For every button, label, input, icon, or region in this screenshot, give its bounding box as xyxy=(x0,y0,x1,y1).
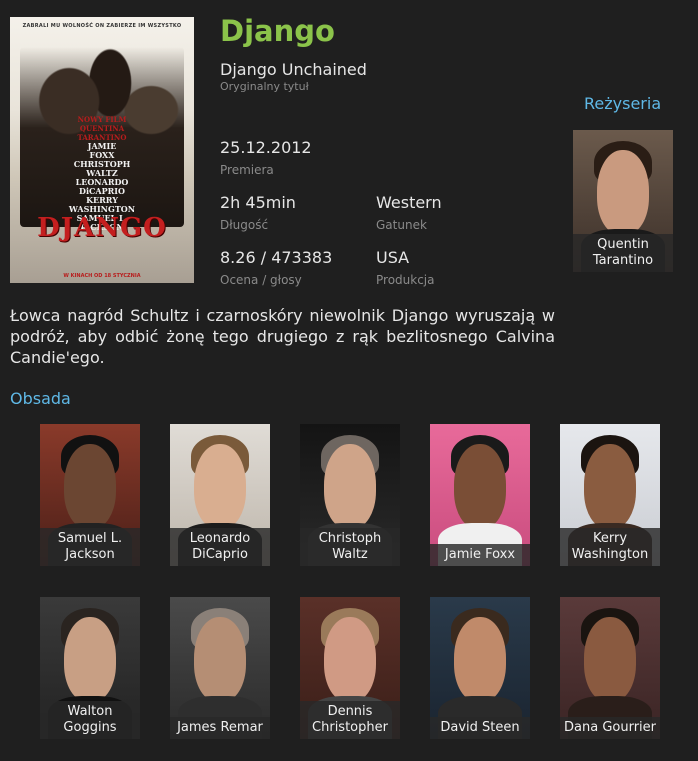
actor-name: Jamie Foxx xyxy=(430,544,530,566)
cast-card[interactable]: Dennis Christopher xyxy=(300,597,400,739)
rating-value: 8.26 / 473383 xyxy=(220,248,333,267)
movie-description: Łowca nagród Schultz i czarnoskóry niewo… xyxy=(10,306,555,367)
poster-tagline: ZABRALI MU WOLNOŚĆ ON ZABIERZE IM WSZYST… xyxy=(22,23,182,29)
cast-card[interactable]: Kerry Washington xyxy=(560,424,660,566)
cast-card[interactable]: Jamie Foxx xyxy=(430,424,530,566)
duration-label: Długość xyxy=(220,218,269,232)
director-card[interactable]: Quentin Tarantino xyxy=(573,130,673,272)
movie-title: Django xyxy=(220,14,335,48)
movie-poster[interactable]: ZABRALI MU WOLNOŚĆ ON ZABIERZE IM WSZYST… xyxy=(10,17,194,283)
premiere-value: 25.12.2012 xyxy=(220,138,312,157)
actor-name: Kerry Washington xyxy=(560,528,660,566)
poster-logo: DJANGO xyxy=(37,213,167,243)
cast-card[interactable]: David Steen xyxy=(430,597,530,739)
premiere-label: Premiera xyxy=(220,163,274,177)
actor-name: Christoph Waltz xyxy=(300,528,400,566)
director-name: Quentin Tarantino xyxy=(573,234,673,272)
actor-name: Walton Goggins xyxy=(40,701,140,739)
original-title: Django Unchained xyxy=(220,60,367,79)
poster-credit: QUENTINA xyxy=(79,124,125,133)
cast-card[interactable]: Samuel L. Jackson xyxy=(40,424,140,566)
poster-release: W KINACH OD 18 STYCZNIA xyxy=(63,273,141,279)
duration-value: 2h 45min xyxy=(220,193,296,212)
actor-name: Dennis Christopher xyxy=(300,701,400,739)
original-title-label: Oryginalny tytuł xyxy=(220,80,309,93)
production-value: USA xyxy=(376,248,410,267)
poster-credit: NOWY FILM xyxy=(77,115,127,124)
actor-name: Leonardo DiCaprio xyxy=(170,528,270,566)
cast-card[interactable]: James Remar xyxy=(170,597,270,739)
cast-card[interactable]: Leonardo DiCaprio xyxy=(170,424,270,566)
cast-card[interactable]: Christoph Waltz xyxy=(300,424,400,566)
actor-name: Samuel L. Jackson xyxy=(40,528,140,566)
cast-heading: Obsada xyxy=(10,389,71,408)
genre-label: Gatunek xyxy=(376,218,427,232)
actor-name: David Steen xyxy=(430,717,530,739)
actor-name: Dana Gourrier xyxy=(560,717,660,739)
rating-label: Ocena / głosy xyxy=(220,273,302,287)
cast-card[interactable]: Dana Gourrier xyxy=(560,597,660,739)
director-heading: Reżyseria xyxy=(584,94,662,113)
cast-card[interactable]: Walton Goggins xyxy=(40,597,140,739)
actor-name: James Remar xyxy=(170,717,270,739)
genre-value: Western xyxy=(376,193,442,212)
production-label: Produkcja xyxy=(376,273,435,287)
